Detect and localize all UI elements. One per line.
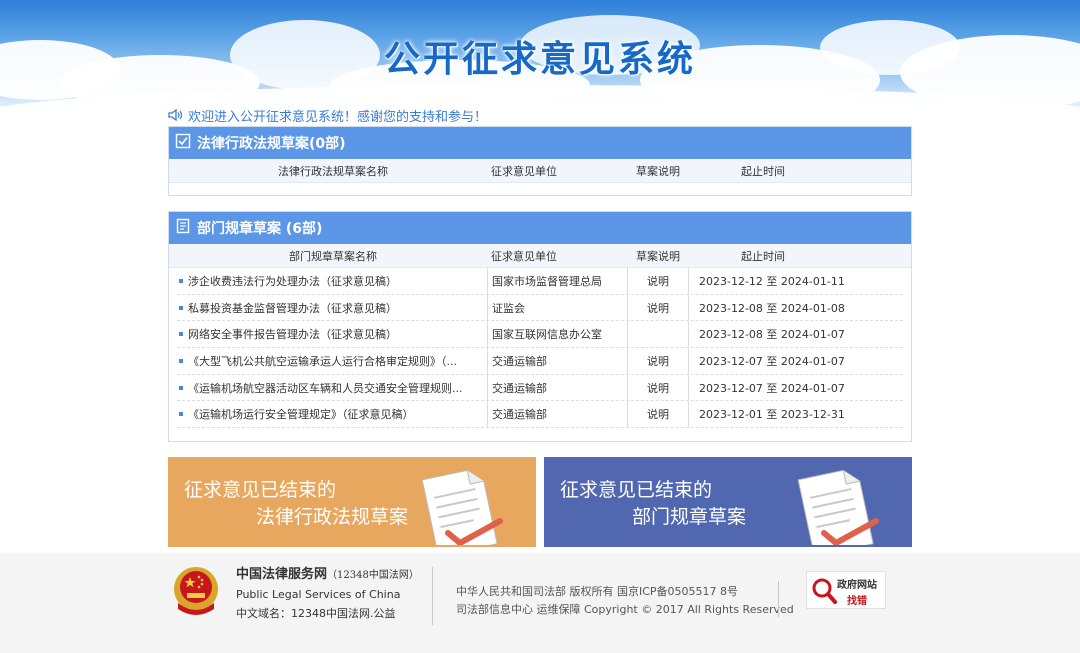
table-row: 涉企收费违法行为处理办法（征求意见稿） 国家市场监督管理总局 说明 2023-1… (177, 268, 903, 295)
banner-line1: 征求意见已结束的 (184, 479, 337, 501)
dept-table-header: 部门规章草案名称 征求意见单位 草案说明 起止时间 (169, 244, 911, 268)
table-row: 《运输机场航空器活动区车辆和人员交通安全管理规则... 交通运输部 说明 202… (177, 374, 903, 402)
bullet-icon (179, 278, 183, 283)
draft-unit: 国家互联网信息办公室 (487, 321, 627, 348)
draft-period: 2023-12-07 至 2024-01-07 (699, 354, 845, 368)
magnifier-icon (812, 578, 837, 604)
column-header-desc: 草案说明 (636, 249, 680, 263)
gov-site-error-report[interactable]: 政府网站 找错 (806, 571, 886, 609)
gov-error-label: 找错 (847, 596, 867, 607)
column-header-desc: 草案说明 (636, 164, 680, 178)
brand-en: Public Legal Services of China (236, 588, 401, 601)
site-title: 公开征求意见系统 (383, 39, 696, 80)
draft-unit: 证监会 (487, 294, 627, 321)
column-header-time: 起止时间 (741, 164, 785, 178)
draft-period: 2023-12-12 至 2024-01-11 (699, 274, 845, 288)
header-banner: 公开征求意见系统 (0, 0, 1080, 120)
banner-line2: 法律行政法规草案 (256, 506, 409, 528)
document-icon (175, 218, 191, 238)
bullet-icon (179, 305, 183, 310)
table-row: 《运输机场运行安全管理规定》（征求意见稿） 交通运输部 说明 2023-12-0… (177, 401, 903, 429)
footer-copyright: 中华人民共和国司法部 版权所有 国京ICP备0505517 8号 司法部信息中心… (456, 583, 794, 619)
draft-desc-link[interactable]: 说明 (627, 401, 689, 428)
draft-unit: 交通运输部 (487, 401, 627, 428)
banner-line2: 部门规章草案 (632, 506, 747, 528)
table-row: 《大型飞机公共航空运输承运人运行合格审定规则》（... 交通运输部 说明 202… (177, 348, 903, 375)
draft-unit: 交通运输部 (487, 374, 627, 401)
banner-line1: 征求意见已结束的 (560, 479, 713, 501)
draft-desc-link[interactable] (627, 321, 689, 348)
checkbox-icon (175, 133, 191, 153)
column-header-name: 部门规章草案名称 (289, 249, 377, 263)
column-header-time: 起止时间 (741, 249, 785, 263)
national-emblem-icon (174, 567, 218, 615)
dept-table-body: 涉企收费违法行为处理办法（征求意见稿） 国家市场监督管理总局 说明 2023-1… (169, 268, 911, 429)
copyright-line1: 中华人民共和国司法部 版权所有 国京ICP备0505517 8号 (456, 585, 739, 598)
welcome-text: 欢迎进入公开征求意见系统！感谢您的支持和参与！ (188, 109, 488, 125)
divider (778, 581, 779, 617)
draft-name-link[interactable]: 私募投资基金监督管理办法（征求意见稿） (188, 300, 397, 316)
gov-label: 政府网站 (837, 580, 877, 591)
divider (432, 567, 433, 625)
draft-period: 2023-12-07 至 2024-01-07 (699, 381, 845, 395)
bullet-icon (179, 332, 183, 337)
column-header-unit: 征求意见单位 (491, 164, 557, 178)
table-row: 私募投资基金监督管理办法（征求意见稿） 证监会 说明 2023-12-08 至 … (177, 294, 903, 322)
bullet-icon (179, 358, 183, 363)
ended-dept-drafts-banner[interactable]: 征求意见已结束的 部门规章草案 (544, 457, 912, 547)
draft-period: 2023-12-01 至 2023-12-31 (699, 408, 845, 422)
draft-name-link[interactable]: 网络安全事件报告管理办法（征求意见稿） (188, 326, 397, 342)
brand-domain: 中文域名：12348中国法网.公益 (236, 607, 396, 620)
law-table-header: 法律行政法规草案名称 征求意见单位 草案说明 起止时间 (169, 159, 911, 183)
welcome-message: 欢迎进入公开征求意见系统！感谢您的支持和参与！ (168, 106, 488, 125)
copyright-line2: 司法部信息中心 运维保障 Copyright © 2017 All Rights… (456, 603, 794, 616)
brand-cn: 中国法律服务网 (236, 567, 328, 582)
footer: 中国法律服务网（12348中国法网） Public Legal Services… (0, 553, 1080, 653)
draft-desc-link[interactable]: 说明 (627, 268, 689, 294)
draft-desc-link[interactable]: 说明 (627, 294, 689, 321)
column-header-unit: 征求意见单位 (491, 249, 557, 263)
draft-name-link[interactable]: 涉企收费违法行为处理办法（征求意见稿） (188, 273, 397, 289)
dept-panel-title: 部门规章草案 (6部) (197, 221, 323, 237)
column-header-name: 法律行政法规草案名称 (278, 164, 388, 178)
draft-name-link[interactable]: 《运输机场运行安全管理规定》（征求意见稿） (188, 406, 414, 422)
dept-panel-header: 部门规章草案 (6部) (169, 212, 911, 244)
footer-brand: 中国法律服务网（12348中国法网） Public Legal Services… (236, 563, 419, 621)
draft-name-link[interactable]: 《运输机场航空器活动区车辆和人员交通安全管理规则... (188, 380, 463, 396)
dept-draft-panel: 部门规章草案 (6部) 部门规章草案名称 征求意见单位 草案说明 起止时间 涉企… (168, 211, 912, 442)
draft-desc-link[interactable]: 说明 (627, 374, 689, 401)
draft-name-link[interactable]: 《大型飞机公共航空运输承运人运行合格审定规则》（... (188, 353, 457, 369)
draft-period: 2023-12-08 至 2024-01-08 (699, 301, 845, 315)
table-row: 网络安全事件报告管理办法（征求意见稿） 国家互联网信息办公室 2023-12-0… (177, 321, 903, 349)
draft-unit: 交通运输部 (487, 348, 627, 374)
document-check-icon (797, 469, 879, 545)
law-panel-title: 法律行政法规草案(0部) (197, 136, 346, 152)
draft-desc-link[interactable]: 说明 (627, 348, 689, 374)
draft-period: 2023-12-08 至 2024-01-07 (699, 328, 845, 342)
ended-law-drafts-banner[interactable]: 征求意见已结束的 法律行政法规草案 (168, 457, 536, 547)
document-check-icon (421, 469, 503, 545)
law-draft-panel: 法律行政法规草案(0部) 法律行政法规草案名称 征求意见单位 草案说明 起止时间 (168, 126, 912, 196)
law-panel-header: 法律行政法规草案(0部) (169, 127, 911, 159)
bullet-icon (179, 412, 183, 417)
brand-cn-sub: （12348中国法网） (327, 570, 419, 581)
speaker-icon (168, 108, 184, 122)
draft-unit: 国家市场监督管理总局 (487, 268, 627, 294)
bullet-icon (179, 385, 183, 390)
